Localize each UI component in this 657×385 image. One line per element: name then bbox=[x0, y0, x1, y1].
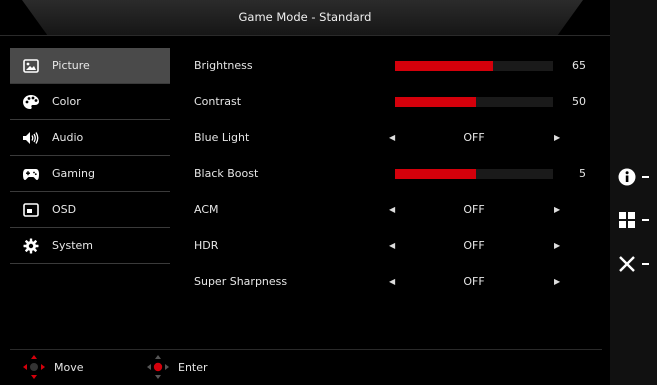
menu-item-label: Audio bbox=[52, 131, 84, 144]
enter-label: Enter bbox=[178, 360, 208, 374]
gear-icon bbox=[22, 237, 40, 255]
osd-frame: Game Mode - Standard Picture Color Audio bbox=[0, 0, 610, 385]
brightness-slider[interactable] bbox=[395, 61, 553, 71]
setting-brightness[interactable]: Brightness 65 bbox=[194, 48, 594, 84]
setting-label: HDR bbox=[194, 239, 219, 252]
menu-item-picture[interactable]: Picture bbox=[10, 48, 170, 84]
setting-hdr[interactable]: HDR ◀ OFF ▶ bbox=[194, 228, 594, 264]
arrow-right-icon[interactable]: ▶ bbox=[554, 264, 560, 300]
setting-label: Black Boost bbox=[194, 167, 259, 180]
setting-option: OFF bbox=[463, 203, 485, 216]
menu-item-system[interactable]: System bbox=[10, 228, 170, 264]
menu-item-gaming[interactable]: Gaming bbox=[10, 156, 170, 192]
menu-item-color[interactable]: Color bbox=[10, 84, 170, 120]
setting-acm[interactable]: ACM ◀ OFF ▶ bbox=[194, 192, 594, 228]
menu-item-label: Gaming bbox=[52, 167, 95, 180]
move-hint: Move bbox=[22, 352, 84, 382]
hotkey-dash bbox=[642, 219, 649, 221]
hotkey-grid[interactable] bbox=[618, 211, 649, 229]
setting-option: OFF bbox=[463, 131, 485, 144]
menu-item-label: Picture bbox=[52, 59, 90, 72]
menu-item-label: OSD bbox=[52, 203, 77, 216]
setting-value: 50 bbox=[572, 95, 586, 108]
hotkey-dash bbox=[642, 176, 649, 178]
setting-label: Brightness bbox=[194, 59, 253, 72]
setting-label: Blue Light bbox=[194, 131, 250, 144]
grid-icon bbox=[619, 212, 635, 228]
speaker-icon bbox=[22, 129, 40, 147]
close-icon bbox=[619, 256, 635, 272]
arrow-right-icon[interactable]: ▶ bbox=[554, 228, 560, 264]
hotkey-close[interactable] bbox=[618, 255, 649, 273]
slider-fill bbox=[395, 97, 476, 107]
contrast-slider[interactable] bbox=[395, 97, 553, 107]
arrow-right-icon[interactable]: ▶ bbox=[554, 192, 560, 228]
menu-item-label: Color bbox=[52, 95, 81, 108]
hotkey-strip bbox=[610, 0, 657, 385]
setting-option: OFF bbox=[463, 239, 485, 252]
setting-label: ACM bbox=[194, 203, 219, 216]
move-label: Move bbox=[54, 360, 84, 374]
setting-black-boost[interactable]: Black Boost 5 bbox=[194, 156, 594, 192]
hotkey-info[interactable] bbox=[618, 168, 649, 186]
osd-icon bbox=[22, 201, 40, 219]
hotkey-dash bbox=[642, 263, 649, 265]
slider-fill bbox=[395, 61, 493, 71]
joystick-enter-icon bbox=[147, 355, 169, 379]
menu-item-label: System bbox=[52, 239, 94, 252]
osd-menu: Picture Color Audio Gaming OSD System bbox=[10, 48, 170, 264]
enter-hint: Enter bbox=[146, 352, 208, 382]
menu-item-osd[interactable]: OSD bbox=[10, 192, 170, 228]
setting-blue-light[interactable]: Blue Light ◀ OFF ▶ bbox=[194, 120, 594, 156]
joystick-move-icon bbox=[23, 355, 45, 379]
setting-super-sharpness[interactable]: Super Sharpness ◀ OFF ▶ bbox=[194, 264, 594, 300]
black-boost-slider[interactable] bbox=[395, 169, 553, 179]
setting-value: 65 bbox=[572, 59, 586, 72]
divider bbox=[0, 35, 610, 36]
setting-option: OFF bbox=[463, 275, 485, 288]
info-icon bbox=[618, 168, 636, 186]
osd-title: Game Mode - Standard bbox=[238, 10, 372, 24]
setting-label: Contrast bbox=[194, 95, 242, 108]
divider bbox=[10, 349, 602, 350]
gamepad-icon bbox=[22, 165, 40, 183]
menu-item-audio[interactable]: Audio bbox=[10, 120, 170, 156]
setting-label: Super Sharpness bbox=[194, 275, 288, 288]
arrow-right-icon[interactable]: ▶ bbox=[554, 120, 560, 156]
slider-fill bbox=[395, 169, 476, 179]
picture-icon bbox=[22, 57, 40, 75]
setting-contrast[interactable]: Contrast 50 bbox=[194, 84, 594, 120]
palette-icon bbox=[22, 93, 40, 111]
settings-list: Brightness 65 Contrast 50 Blue Light ◀ O… bbox=[194, 48, 594, 300]
setting-value: 5 bbox=[579, 167, 586, 180]
